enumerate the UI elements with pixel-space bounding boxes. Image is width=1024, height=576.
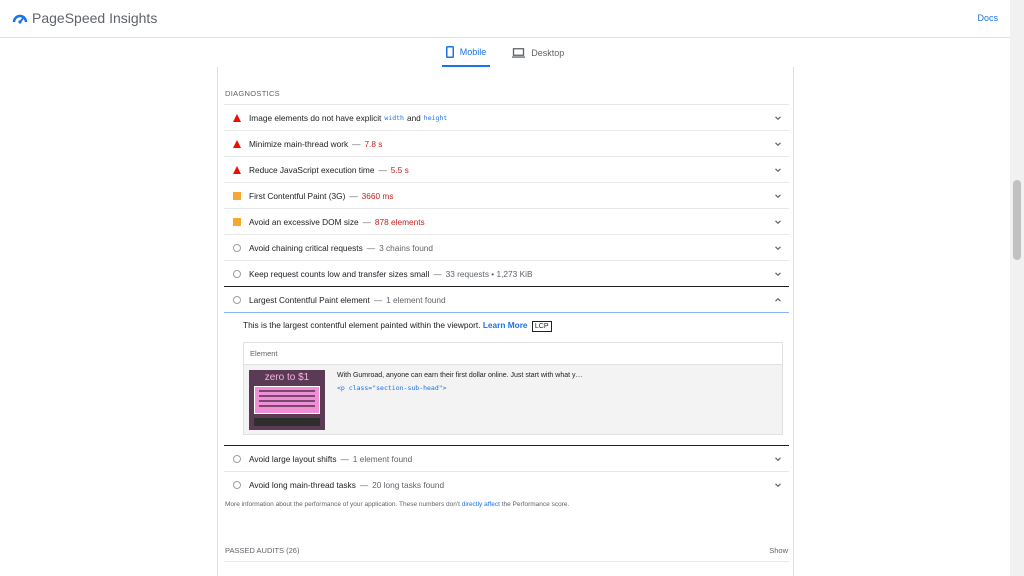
audit-title: Minimize main-thread work xyxy=(249,138,349,149)
audit-title: Keep request counts low and transfer siz… xyxy=(249,268,430,279)
audit-title: Largest Contentful Paint element xyxy=(249,294,370,305)
audit-title: First Contentful Paint (3G) xyxy=(249,190,346,201)
lcp-badge: LCP xyxy=(531,321,552,332)
learn-more-link[interactable]: Learn More xyxy=(483,320,528,330)
table-row[interactable]: zero to $1 With Gumroad, anyone can earn… xyxy=(244,365,782,434)
info-circle-icon xyxy=(233,480,241,489)
audit-value: 1 element found xyxy=(386,294,446,305)
audit-separator: — xyxy=(362,216,371,227)
footnote-after: the Performance score. xyxy=(501,501,570,508)
table-header-element: Element xyxy=(244,343,782,365)
chevron-down-icon[interactable] xyxy=(773,139,783,149)
chevron-down-icon[interactable] xyxy=(773,191,783,201)
docs-link[interactable]: Docs xyxy=(977,13,998,23)
audit-title: Avoid an excessive DOM size xyxy=(249,216,359,227)
show-passed-audits-button[interactable]: Show xyxy=(769,546,788,555)
audit-separator: — xyxy=(378,164,387,175)
logo[interactable]: PageSpeed Insights xyxy=(12,10,157,26)
audit-value: 3660 ms xyxy=(361,190,394,201)
audit-separator: — xyxy=(433,268,442,279)
audit-title: Image elements do not have explicit xyxy=(249,112,382,123)
fail-triangle-icon xyxy=(233,139,241,148)
audit-layout-shifts[interactable]: Avoid large layout shifts — 1 element fo… xyxy=(224,445,789,471)
audit-value: 20 long tasks found xyxy=(372,479,445,490)
audit-value: 878 elements xyxy=(374,216,425,227)
audit-separator: — xyxy=(373,294,383,305)
report-panel: DIAGNOSTICS Image elements do not have e… xyxy=(217,67,794,576)
chevron-down-icon[interactable] xyxy=(773,454,783,464)
passed-audits-title: PASSED AUDITS (26) xyxy=(225,546,300,555)
average-square-icon xyxy=(233,217,241,226)
phone-icon xyxy=(445,46,454,58)
diagnostics-footnote: More information about the performance o… xyxy=(225,501,569,508)
chevron-down-icon[interactable] xyxy=(773,269,783,279)
audit-separator: — xyxy=(366,242,376,253)
fail-triangle-icon xyxy=(233,165,241,174)
audit-title: Avoid large layout shifts xyxy=(249,453,337,464)
pagespeed-logo-icon xyxy=(12,14,28,24)
chevron-down-icon[interactable] xyxy=(773,243,783,253)
audit-separator: — xyxy=(352,138,361,149)
audit-fcp-3g[interactable]: First Contentful Paint (3G) — 3660 ms xyxy=(224,182,789,208)
audit-title: Reduce JavaScript execution time xyxy=(249,164,375,175)
element-snippet-text: With Gumroad, anyone can earn their firs… xyxy=(337,372,583,379)
chevron-up-icon[interactable] xyxy=(773,295,783,305)
diagnostics-list: Image elements do not have explicit widt… xyxy=(224,104,789,497)
audit-image-dimensions[interactable]: Image elements do not have explicit widt… xyxy=(224,104,789,130)
element-selector-code: <p class="section-sub-head"> xyxy=(337,384,447,392)
divider xyxy=(224,561,789,562)
code-width: width xyxy=(384,113,404,122)
fail-triangle-icon xyxy=(233,113,241,122)
audit-critical-requests[interactable]: Avoid chaining critical requests — 3 cha… xyxy=(224,234,789,260)
info-circle-icon xyxy=(233,295,241,304)
info-circle-icon xyxy=(233,269,241,278)
tab-mobile-label: Mobile xyxy=(459,47,487,57)
audit-dom-size[interactable]: Avoid an excessive DOM size — 878 elemen… xyxy=(224,208,789,234)
tab-desktop-label: Desktop xyxy=(531,48,565,58)
audit-lcp-element[interactable]: Largest Contentful Paint element — 1 ele… xyxy=(224,286,789,312)
thumbnail-title: zero to $1 xyxy=(264,372,310,383)
code-height: height xyxy=(423,113,448,122)
audit-value: 5.5 s xyxy=(390,164,409,175)
lcp-detail-panel: This is the largest contentful element p… xyxy=(224,312,789,445)
tab-mobile[interactable]: Mobile xyxy=(441,39,491,67)
tab-desktop[interactable]: Desktop xyxy=(508,39,568,67)
info-circle-icon xyxy=(233,454,241,463)
audit-long-tasks[interactable]: Avoid long main-thread tasks — 20 long t… xyxy=(224,471,789,497)
info-circle-icon xyxy=(233,243,241,252)
audit-value: 33 requests • 1,273 KiB xyxy=(445,268,533,279)
top-app-bar: PageSpeed Insights Docs xyxy=(0,0,1010,38)
audit-js-execution[interactable]: Reduce JavaScript execution time — 5.5 s xyxy=(224,156,789,182)
diagnostics-title: DIAGNOSTICS xyxy=(225,89,280,98)
element-screenshot-thumbnail: zero to $1 xyxy=(249,370,325,430)
chevron-down-icon[interactable] xyxy=(773,480,783,490)
page-scrollbar[interactable] xyxy=(1010,0,1024,576)
chevron-down-icon[interactable] xyxy=(773,217,783,227)
audit-title: Avoid long main-thread tasks xyxy=(249,479,356,490)
lcp-description-text: This is the largest contentful element p… xyxy=(243,320,481,330)
audit-value: 3 chains found xyxy=(379,242,434,253)
audit-value: 1 element found xyxy=(352,453,413,464)
scrollbar-thumb[interactable] xyxy=(1013,180,1021,260)
lcp-description: This is the largest contentful element p… xyxy=(243,320,552,332)
audit-value: 7.8 s xyxy=(364,138,383,149)
highlighted-element xyxy=(254,386,320,414)
audit-request-counts[interactable]: Keep request counts low and transfer siz… xyxy=(224,260,789,286)
laptop-icon xyxy=(512,48,526,58)
audit-title-and: and xyxy=(406,112,421,123)
directly-affect-link[interactable]: directly affect xyxy=(462,501,500,508)
audit-title: Avoid chaining critical requests xyxy=(249,242,363,253)
app-title: PageSpeed Insights xyxy=(32,10,158,26)
footnote-before: More information about the performance o… xyxy=(225,501,460,508)
average-square-icon xyxy=(233,191,241,200)
device-tabs: Mobile Desktop xyxy=(0,39,1010,67)
lcp-element-table: Element zero to $1 With Gumroad, anyone … xyxy=(243,342,783,435)
audit-main-thread-work[interactable]: Minimize main-thread work — 7.8 s xyxy=(224,130,789,156)
thumbnail-button-bar xyxy=(254,418,320,426)
audit-separator: — xyxy=(340,453,349,464)
chevron-down-icon[interactable] xyxy=(773,113,783,123)
audit-separator: — xyxy=(359,479,369,490)
audit-separator: — xyxy=(349,190,358,201)
chevron-down-icon[interactable] xyxy=(773,165,783,175)
